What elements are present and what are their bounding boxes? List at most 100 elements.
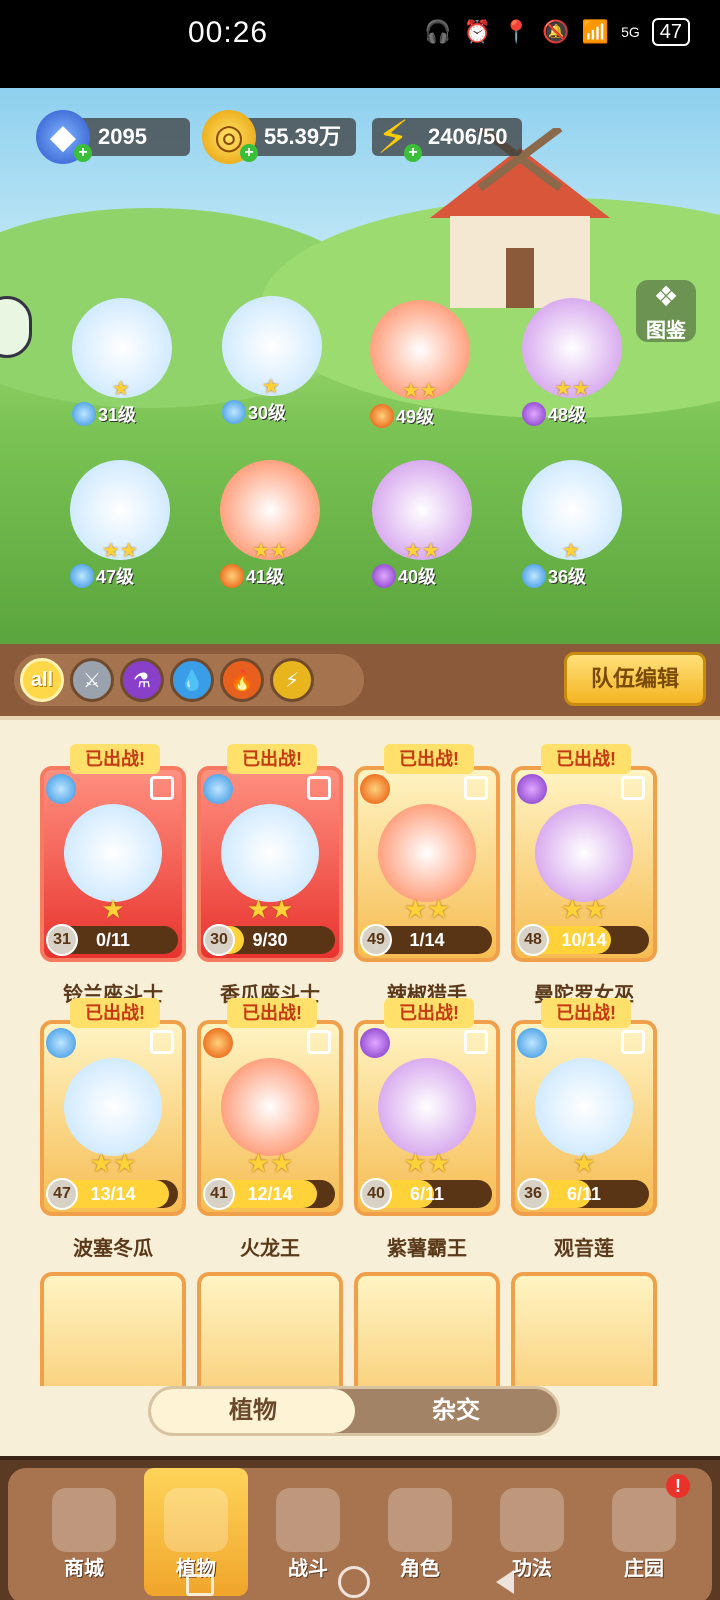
add-diamond-icon[interactable]: + (74, 144, 92, 162)
shard-progress-text: 12/14 (247, 1184, 293, 1204)
card-stars: ★★ (89, 1148, 137, 1178)
fire-element-icon (360, 774, 390, 804)
plant-card-grid: 已出战! ★ 0/11 31 铃兰座斗士 已出战! ★★ 9/30 30 香瓜座斗士 已出战! ★★ 1… (40, 744, 680, 1386)
shard-progress-text: 13/14 (90, 1184, 136, 1204)
nav-item[interactable]: 植物 (144, 1468, 248, 1596)
nav-item[interactable]: 战斗 (256, 1468, 360, 1596)
shard-progress: 13/14 47 (46, 1178, 178, 1210)
card-level: 41 (203, 1178, 235, 1210)
hero-stars: ★★ (554, 378, 590, 400)
diamond-counter[interactable]: ◆ + 2095 (36, 110, 190, 164)
shard-progress: 12/14 41 (203, 1178, 335, 1210)
hero-level: 36级 (522, 564, 586, 590)
skill-icon (500, 1488, 564, 1552)
team-edit-button[interactable]: 队伍编辑 (564, 652, 706, 706)
location-icon: 📍 (502, 19, 531, 44)
hero-stars: ★★ (402, 380, 438, 402)
energy-value: 2406/50 (428, 124, 508, 149)
plant-collection-panel: 已出战! ★ 0/11 31 铃兰座斗士 已出战! ★★ 9/30 30 香瓜座斗士 已出战! ★★ 1… (0, 716, 720, 1476)
hero-stars: ★★ (102, 540, 138, 562)
field-hero[interactable]: ★ 30级 (212, 296, 332, 426)
poison-element-icon (360, 1028, 390, 1058)
water-element-icon (517, 1028, 547, 1058)
add-energy-icon[interactable]: + (404, 144, 422, 162)
coin-value: 55.39万 (264, 124, 342, 149)
card-level: 30 (203, 924, 235, 956)
card-face (511, 1272, 657, 1386)
plant-portrait (378, 804, 476, 902)
water-element-icon (46, 774, 76, 804)
card-face (197, 1272, 343, 1386)
field-hero[interactable]: ★★ 41级 (210, 460, 330, 590)
plant-portrait (64, 804, 162, 902)
headphones-icon: 🎧 (424, 19, 452, 44)
hero-level: 40级 (372, 564, 436, 590)
filter-sword-icon[interactable]: ⚔ (70, 658, 114, 702)
nav-item[interactable]: 功法 (480, 1468, 584, 1596)
filter-fire-icon[interactable]: 🔥 (220, 658, 264, 702)
nav-item[interactable]: 商城 (32, 1468, 136, 1596)
card-level: 31 (46, 924, 78, 956)
filter-all[interactable]: all (20, 658, 64, 702)
slot-icon (464, 776, 488, 800)
filter-potion-icon[interactable]: ⚗ (120, 658, 164, 702)
water-element-icon (203, 774, 233, 804)
poison-element-icon (517, 774, 547, 804)
card-stars: ★★ (560, 894, 608, 924)
nav-item[interactable]: 庄园! (592, 1468, 696, 1596)
field-hero[interactable]: ★★ 40级 (362, 460, 482, 590)
filter-water-icon[interactable]: 💧 (170, 658, 214, 702)
hero-level-text: 40级 (398, 567, 437, 587)
nav-label: 庄园 (624, 1558, 664, 1580)
field-hero[interactable]: ★★ 47级 (60, 460, 180, 590)
character-icon (388, 1488, 452, 1552)
notification-badge: ! (666, 1474, 690, 1498)
deployed-tag: 已出战! (70, 744, 160, 774)
hero-level-text: 36级 (548, 567, 587, 587)
water-element-icon (222, 400, 246, 424)
network-label: 5G (621, 24, 640, 40)
field-hero[interactable]: ★★ 49级 (360, 300, 480, 430)
shard-progress-text: 6/11 (409, 1184, 445, 1204)
shard-progress: 10/14 48 (517, 924, 649, 956)
field-hero[interactable]: ★ 31级 (62, 298, 182, 428)
water-element-icon (522, 564, 546, 588)
shard-progress: 9/30 30 (203, 924, 335, 956)
poison-element-icon (372, 564, 396, 588)
deployed-tag: 已出战! (384, 998, 474, 1028)
coin-counter[interactable]: ◎ + 55.39万 (202, 110, 356, 164)
shard-progress: 6/11 36 (517, 1178, 649, 1210)
card-face (40, 1272, 186, 1386)
hero-stars: ★ (112, 378, 130, 400)
deployed-tag: 已出战! (70, 998, 160, 1028)
shard-progress: 1/14 49 (360, 924, 492, 956)
shard-progress: 6/11 40 (360, 1178, 492, 1210)
hero-level-text: 41级 (246, 567, 285, 587)
poison-element-icon (522, 402, 546, 426)
filter-bar: all ⚔ ⚗ 💧 🔥 ⚡ 队伍编辑 (0, 644, 720, 716)
plant-name: 紫薯霸王 (387, 1238, 467, 1260)
bottom-nav-bar: 商城 植物 战斗 角色 功法 庄园! (8, 1468, 712, 1600)
nav-item[interactable]: 角色 (368, 1468, 472, 1596)
add-coin-icon[interactable]: + (240, 144, 258, 162)
manor-icon (612, 1488, 676, 1552)
tab-hybrid[interactable]: 杂交 (355, 1389, 557, 1433)
hero-level-text: 49级 (396, 407, 435, 427)
hero-stars: ★ (562, 540, 580, 562)
filter-lightning-icon[interactable]: ⚡ (270, 658, 314, 702)
card-stars: ★ (101, 894, 125, 924)
nav-label: 植物 (176, 1558, 216, 1580)
field-hero[interactable]: ★★ 48级 (512, 298, 632, 428)
tab-plants[interactable]: 植物 (151, 1389, 355, 1433)
status-time: 00:26 (188, 16, 269, 49)
dex-button[interactable]: ❖ 图鉴 (636, 280, 696, 342)
field-hero[interactable]: ★ 36级 (512, 460, 632, 590)
plant-portrait (221, 1058, 319, 1156)
hero-level: 47级 (70, 564, 134, 590)
energy-counter[interactable]: ⚡ + 2406/50 (372, 114, 522, 162)
fire-element-icon (203, 1028, 233, 1058)
wifi-icon: 📶 (581, 19, 610, 44)
card-level: 40 (360, 1178, 392, 1210)
shop-icon (52, 1488, 116, 1552)
card-stars: ★★ (246, 894, 294, 924)
